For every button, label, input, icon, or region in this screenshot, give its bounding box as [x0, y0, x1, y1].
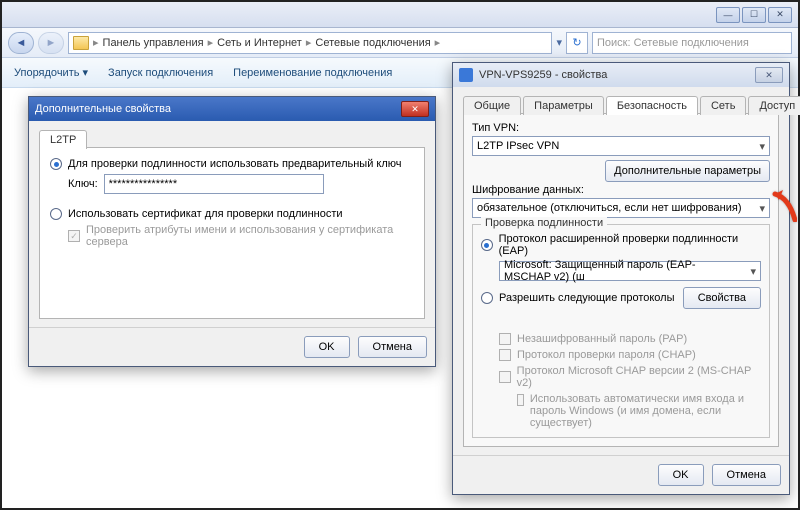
start-connection-button[interactable]: Запуск подключения — [108, 67, 213, 79]
eap-radio-row[interactable]: Протокол расширенной проверки подлинност… — [481, 233, 761, 257]
pap-checkbox-row: Незашифрованный пароль (PAP) — [499, 333, 761, 345]
dropdown-icon[interactable]: ▾ — [556, 36, 562, 49]
dialog-close-button[interactable]: ✕ — [755, 67, 783, 83]
auto-cred-checkbox — [517, 394, 524, 406]
pap-checkbox — [499, 333, 511, 345]
encryption-select[interactable]: обязательное (отключиться, если нет шифр… — [472, 198, 770, 218]
key-label: Ключ: — [68, 178, 98, 190]
mschap-checkbox — [499, 371, 511, 383]
tab-options[interactable]: Параметры — [523, 96, 604, 115]
mschap-checkbox-row: Протокол Microsoft CHAP версии 2 (MS-CHA… — [499, 365, 761, 389]
dialog-close-button[interactable]: ✕ — [401, 101, 429, 117]
chap-checkbox — [499, 349, 511, 361]
radio-psk[interactable] — [50, 158, 62, 170]
dialog-title: VPN-VPS9259 - свойства — [479, 69, 755, 81]
properties-button[interactable]: Свойства — [683, 287, 761, 309]
forward-button[interactable]: ► — [38, 32, 64, 54]
cert-radio-row[interactable]: Использовать сертификат для проверки под… — [50, 208, 414, 220]
tab-network[interactable]: Сеть — [700, 96, 746, 115]
rename-connection-button[interactable]: Переименование подключения — [233, 67, 392, 79]
organize-menu[interactable]: Упорядочить ▾ — [14, 66, 88, 79]
eap-method-select[interactable]: Microsoft: Защищенный пароль (EAP-MSCHAP… — [499, 261, 761, 281]
auth-group: Проверка подлинности Протокол расширенно… — [472, 224, 770, 438]
tab-panel: Для проверки подлинности использовать пр… — [39, 147, 425, 319]
breadcrumb-item[interactable]: Сетевые подключения — [315, 37, 430, 49]
psk-radio-row[interactable]: Для проверки подлинности использовать пр… — [50, 158, 414, 170]
verify-cert-checkbox: ✓ — [68, 230, 80, 242]
breadcrumb-item[interactable]: Сеть и Интернет — [217, 37, 302, 49]
ok-button[interactable]: OK — [304, 336, 350, 358]
search-input[interactable]: Поиск: Сетевые подключения — [592, 32, 792, 54]
auth-legend: Проверка подлинности — [481, 217, 607, 229]
tab-security[interactable]: Безопасность — [606, 96, 698, 115]
tab-general[interactable]: Общие — [463, 96, 521, 115]
folder-icon — [73, 36, 89, 50]
maximize-button[interactable]: ☐ — [742, 7, 766, 23]
breadcrumb-item[interactable]: Панель управления — [103, 37, 204, 49]
radio-eap[interactable] — [481, 239, 493, 251]
back-button[interactable]: ◄ — [8, 32, 34, 54]
breadcrumb[interactable]: ▸ Панель управления ▸ Сеть и Интернет ▸ … — [68, 32, 552, 54]
close-button[interactable]: ✕ — [768, 7, 792, 23]
cancel-button[interactable]: Отмена — [358, 336, 427, 358]
radio-allow-protocols[interactable] — [481, 292, 493, 304]
advanced-properties-dialog: Дополнительные свойства ✕ L2TP Для прове… — [28, 96, 436, 367]
minimize-button[interactable]: — — [716, 7, 740, 23]
vpn-type-label: Тип VPN: — [472, 122, 770, 134]
ok-button[interactable]: OK — [658, 464, 704, 486]
vpn-type-select[interactable]: L2TP IPsec VPN — [472, 136, 770, 156]
auto-cred-checkbox-row: Использовать автоматически имя входа и п… — [517, 393, 761, 429]
cancel-button[interactable]: Отмена — [712, 464, 781, 486]
advanced-params-button[interactable]: Дополнительные параметры — [605, 160, 770, 182]
radio-cert[interactable] — [50, 208, 62, 220]
annotation-arrow-icon — [769, 188, 797, 230]
vpn-properties-dialog: VPN-VPS9259 - свойства ✕ Общие Параметры… — [452, 62, 790, 495]
window-titlebar: — ☐ ✕ — [2, 2, 798, 28]
refresh-button[interactable]: ↻ — [566, 32, 588, 54]
dialog-titlebar[interactable]: VPN-VPS9259 - свойства ✕ — [453, 63, 789, 87]
tab-access[interactable]: Доступ — [748, 96, 800, 115]
key-input[interactable] — [104, 174, 324, 194]
encryption-label: Шифрование данных: — [472, 184, 770, 196]
tab-l2tp[interactable]: L2TP — [39, 130, 87, 149]
verify-cert-checkbox-row: ✓ Проверить атрибуты имени и использован… — [68, 224, 414, 248]
dialog-titlebar[interactable]: Дополнительные свойства ✕ — [29, 97, 435, 121]
allow-protocols-radio-row[interactable]: Разрешить следующие протоколы — [481, 292, 675, 304]
vpn-icon — [459, 68, 473, 82]
address-bar: ◄ ► ▸ Панель управления ▸ Сеть и Интерне… — [2, 28, 798, 58]
dialog-title: Дополнительные свойства — [35, 103, 401, 115]
chap-checkbox-row: Протокол проверки пароля (CHAP) — [499, 349, 761, 361]
